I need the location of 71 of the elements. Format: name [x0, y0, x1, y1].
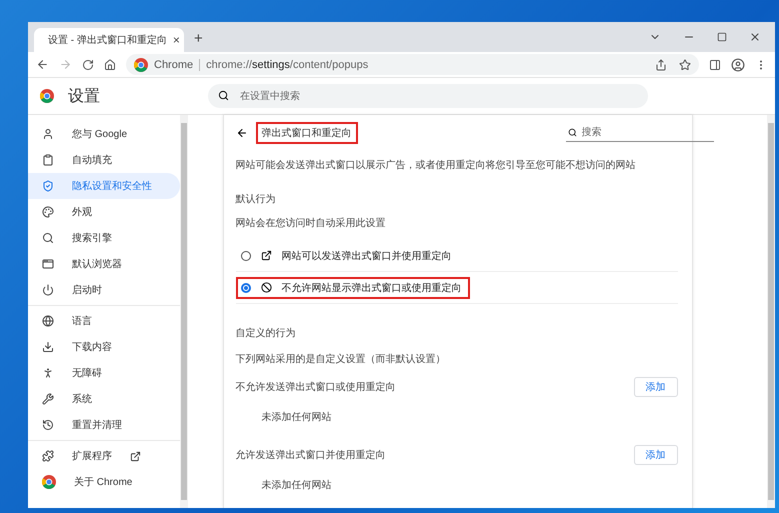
sidebar-item[interactable]: 您与 Google [28, 121, 180, 147]
sidebar-item[interactable]: 自动填充 [28, 147, 180, 173]
sidebar-item[interactable]: 隐私设置和安全性 [28, 173, 180, 199]
sidebar-item[interactable]: 语言 [28, 308, 180, 334]
section-subheading: 下列网站采用的是自定义设置（而非默认设置） [236, 352, 446, 366]
sidebar-item[interactable]: 扩展程序 [28, 443, 180, 469]
back-arrow-icon [236, 126, 248, 139]
accessibility-icon [42, 367, 54, 379]
settings-search-field[interactable]: 在设置中搜索 [208, 84, 648, 108]
section-subheading: 网站会在您访问时自动采用此设置 [236, 216, 386, 230]
star-icon [679, 58, 691, 70]
chrome-logo-icon [134, 58, 148, 72]
close-icon [749, 31, 761, 43]
reload-icon [82, 58, 94, 70]
sidebar-item[interactable]: 搜索引擎 [28, 225, 180, 251]
download-icon [42, 341, 54, 353]
forward-icon [59, 58, 72, 71]
list-heading: 允许发送弹出式窗口并使用重定向 [236, 448, 386, 462]
description-text: 网站可能会发送弹出式窗口以展示广告，或者使用重定向将您引导至您可能不想访问的网站 [236, 158, 636, 172]
browser-window-icon [42, 258, 54, 270]
search-field[interactable]: 搜索 [566, 124, 714, 142]
sidebar-item[interactable]: 外观 [28, 199, 180, 225]
home-icon [104, 58, 116, 70]
new-tab-button[interactable]: + [194, 30, 203, 47]
blocked-popup-icon [260, 282, 272, 294]
sidebar-item[interactable]: 系统 [28, 386, 180, 412]
sidebar-item[interactable]: 默认浏览器 [28, 251, 180, 277]
sidebar-item[interactable]: 启动时 [28, 277, 180, 303]
tab-close-button[interactable]: × [172, 33, 180, 47]
list-heading: 不允许发送弹出式窗口或使用重定向 [236, 380, 396, 394]
chrome-logo-icon [40, 89, 54, 103]
radio-button[interactable] [240, 282, 250, 293]
address-bar[interactable]: Chrome chrome://settings/content/popups [126, 54, 699, 75]
sidebar-item[interactable]: 下载内容 [28, 334, 180, 360]
site-label: Chrome [154, 58, 194, 70]
section-heading: 默认行为 [236, 192, 276, 206]
side-panel-icon [709, 58, 721, 70]
add-button[interactable]: 添加 [634, 377, 678, 397]
settings-title: 设置 [68, 86, 101, 106]
add-button[interactable]: 添加 [634, 445, 678, 465]
browser-tab[interactable]: 设置 - 弹出式窗口和重定向 × [34, 28, 184, 52]
history-icon [42, 419, 54, 431]
radio-option[interactable]: 不允许网站显示弹出式窗口或使用重定向 [236, 276, 470, 299]
popup-icon [260, 250, 272, 262]
url-text: chrome://settings/content/popups [206, 58, 368, 70]
clipboard-icon [42, 154, 54, 166]
empty-list-text: 未添加任何网站 [262, 478, 332, 492]
globe-icon [42, 315, 54, 327]
chrome-logo-icon [42, 475, 56, 489]
share-icon [655, 58, 667, 70]
palette-icon [42, 206, 54, 218]
back-icon [36, 58, 49, 71]
radio-button[interactable] [240, 250, 250, 261]
empty-list-text: 未添加任何网站 [262, 410, 332, 424]
search-icon [568, 128, 576, 137]
section-heading: 自定义的行为 [236, 326, 296, 340]
scrollbar[interactable] [767, 115, 775, 508]
shield-icon [42, 180, 54, 192]
maximize-icon [717, 32, 727, 42]
puzzle-icon [42, 450, 54, 462]
sidebar-item[interactable]: 重置并清理 [28, 412, 180, 438]
page-title: 弹出式窗口和重定向 [256, 122, 358, 144]
wrench-icon [42, 393, 54, 405]
search-icon [42, 232, 54, 244]
power-icon [42, 284, 54, 296]
sidebar-item[interactable]: 无障碍 [28, 360, 180, 386]
sidebar-item[interactable]: 关于 Chrome [28, 469, 180, 495]
profile-icon [731, 58, 745, 72]
scrollbar[interactable] [180, 115, 188, 508]
person-icon [42, 128, 54, 140]
radio-option[interactable]: 网站可以发送弹出式窗口并使用重定向 [236, 244, 460, 267]
